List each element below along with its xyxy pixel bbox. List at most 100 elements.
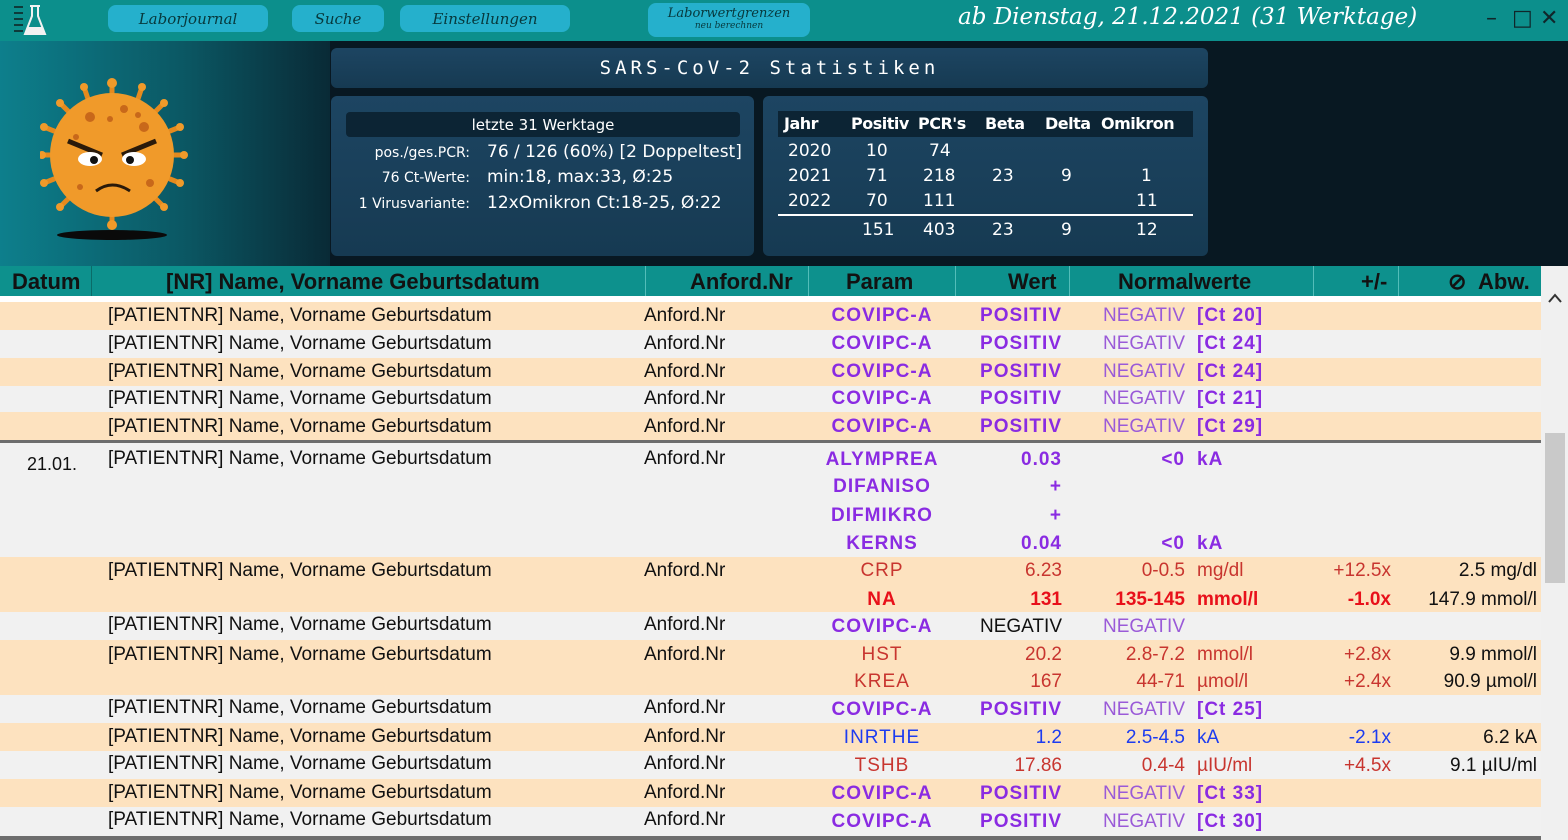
unit-cell: kA [1197,727,1220,748]
year-cell: 111 [923,191,956,211]
year-cell: 9 [1061,166,1072,186]
norm-cell: <0 [1161,533,1185,554]
param-cell: KERNS [846,533,918,554]
norm-cell: NEGATIV [1103,416,1185,437]
param-cell: DIFANISO [833,476,931,497]
scrollbar-thumb[interactable] [1545,433,1565,583]
unit-cell: [Ct 30] [1197,811,1264,832]
recalculate-limits-sublabel: neu berechnen [694,21,764,31]
group-date: 21.01. [27,454,78,474]
wert-cell: 0.03 [1021,449,1062,470]
param-cell: COVIPC-A [831,616,933,637]
year-col-header: Positiv [851,114,909,133]
col-header-wert[interactable]: Wert [1008,269,1057,295]
year-col-header: Omikron [1101,114,1175,133]
unit-cell: µIU/ml [1197,755,1253,776]
wert-cell: POSITIV [980,333,1062,354]
year-col-header: PCR's [918,114,966,133]
norm-cell: NEGATIV [1103,811,1185,832]
col-header-name[interactable]: [NR] Name, Vorname Geburtsdatum [166,269,540,295]
year-cell: 1 [1141,166,1152,186]
stat-label: 1 Virusvariante: [358,196,470,212]
wert-cell: 0.04 [1021,533,1062,554]
wert-cell: 1.2 [1035,727,1062,748]
recalculate-limits-button[interactable]: Laborwertgrenzen neu berechnen [648,3,810,37]
anford-nr: Anford.Nr [644,560,726,581]
param-cell: TSHB [854,755,910,776]
norm-cell: NEGATIV [1103,305,1185,326]
unit-cell: kA [1197,449,1224,470]
table-header: Datum [NR] Name, Vorname Geburtsdatum An… [0,266,1544,296]
anford-nr: Anford.Nr [644,726,726,747]
close-button[interactable]: ✕ [1540,5,1558,33]
stat-label: pos./ges.PCR: [374,145,470,161]
norm-cell: NEGATIV [1103,361,1185,382]
wert-cell: 131 [1030,589,1062,610]
deviation-factor: -1.0x [1347,589,1391,610]
unit-cell: µmol/l [1197,671,1249,692]
col-separator [955,266,956,296]
norm-cell: 0-0.5 [1141,560,1185,581]
patient-name: [PATIENTNR] Name, Vorname Geburtsdatum [108,305,492,326]
wert-cell: POSITIV [980,361,1062,382]
norm-cell: 44-71 [1136,671,1185,692]
norm-cell: 2.8-7.2 [1125,644,1185,665]
scroll-up-arrow-icon[interactable] [1546,290,1564,306]
deviation-value: 2.5 mg/dl [1458,560,1537,581]
deviation-factor: +4.5x [1343,755,1391,776]
wert-cell: + [1049,505,1062,526]
settings-button[interactable]: Einstellungen [400,5,570,32]
stat-value: 76 / 126 (60%) [2 Doppeltest] [487,142,742,162]
unit-cell: kA [1197,533,1224,554]
no-entry-icon: ⊘ [1448,269,1467,294]
param-cell: COVIPC-A [831,416,933,437]
wert-cell: 167 [1030,671,1062,692]
unit-cell: [Ct 20] [1197,305,1264,326]
anford-nr: Anford.Nr [644,361,726,382]
col-header-param[interactable]: Param [846,269,913,295]
norm-cell: 135-145 [1115,589,1185,610]
param-cell: KREA [854,671,910,692]
unit-cell: [Ct 21] [1197,388,1264,409]
col-separator [91,266,92,296]
wert-cell: POSITIV [980,305,1062,326]
col-header-datum[interactable]: Datum [12,269,80,295]
norm-cell: 0.4-4 [1141,755,1185,776]
param-cell: DIFMIKRO [831,505,933,526]
year-total-cell: 23 [992,220,1014,240]
anford-nr: Anford.Nr [644,305,726,326]
year-total-cell: 9 [1061,220,1072,240]
year-cell: 2021 [788,166,832,186]
minimize-button[interactable]: – [1486,5,1497,33]
year-total-divider [778,214,1193,216]
anford-nr: Anford.Nr [644,782,726,803]
patient-name: [PATIENTNR] Name, Vorname Geburtsdatum [108,560,492,581]
search-button[interactable]: Suche [292,5,384,32]
wert-cell: POSITIV [980,783,1062,804]
col-header-anford[interactable]: Anford.Nr [690,269,793,295]
patient-name: [PATIENTNR] Name, Vorname Geburtsdatum [108,416,492,437]
patient-name: [PATIENTNR] Name, Vorname Geburtsdatum [108,448,492,469]
anford-nr: Anford.Nr [644,416,726,437]
patient-name: [PATIENTNR] Name, Vorname Geburtsdatum [108,388,492,409]
col-header-abw[interactable]: Abw. [1478,269,1530,295]
maximize-button[interactable]: □ [1512,5,1533,33]
norm-cell: NEGATIV [1103,699,1185,720]
lab-flask-icon[interactable] [12,4,48,38]
norm-cell: NEGATIV [1103,783,1185,804]
param-cell: COVIPC-A [831,333,933,354]
col-separator [808,266,809,296]
col-header-plusminus[interactable]: +/- [1361,269,1387,295]
param-cell: CRP [860,560,904,581]
anford-nr: Anford.Nr [644,809,726,830]
laborjournal-button[interactable]: Laborjournal [108,5,268,32]
stat-value: 12xOmikron Ct:18-25, Ø:22 [487,193,722,213]
year-cell: 2020 [788,141,832,161]
param-cell: COVIPC-A [831,811,933,832]
unit-cell: mmol/l [1197,589,1259,610]
param-cell: COVIPC-A [831,361,933,382]
deviation-factor: +2.4x [1343,671,1391,692]
deviation-factor: -2.1x [1348,727,1391,748]
norm-cell: NEGATIV [1103,388,1185,409]
col-header-normalwerte[interactable]: Normalwerte [1118,269,1251,295]
